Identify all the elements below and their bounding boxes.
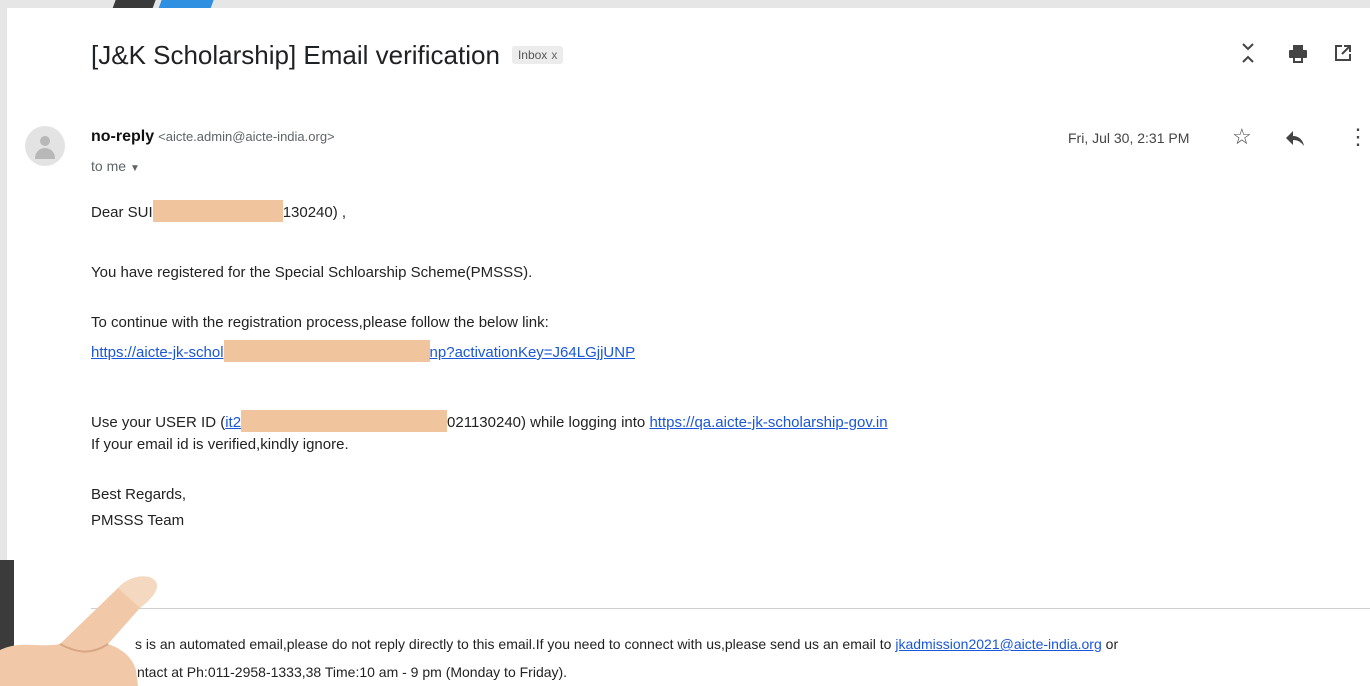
chevron-down-icon[interactable]: ▼ <box>130 163 140 174</box>
recipient-line[interactable]: to me ▼ <box>91 158 140 174</box>
inbox-label-chip[interactable]: Inbox x <box>511 46 564 65</box>
more-options-icon[interactable]: ⋮ <box>1347 126 1369 148</box>
signature-divider <box>91 608 1370 609</box>
body-line-registered: You have registered for the Special Schl… <box>91 264 533 281</box>
print-icon[interactable] <box>1288 44 1308 70</box>
footer-line-1: s is an automated email,please do not re… <box>135 636 1118 652</box>
activation-link-suffix[interactable]: np?activationKey=J64LGjjUNP <box>430 344 636 361</box>
footer-text: s is an automated email,please do not re… <box>135 636 896 652</box>
sender-email: <aicte.admin@aicte-india.org> <box>158 129 335 144</box>
login-link[interactable]: https://qa.aicte-jk-scholarship-gov.in <box>649 414 887 431</box>
greeting: Dear SUI 130240) , <box>91 200 346 222</box>
sender-avatar[interactable] <box>25 126 65 166</box>
activation-link-line: https://aicte-jk-schol np?activationKey=J… <box>91 340 635 362</box>
recipient-text: to me <box>91 158 127 174</box>
greeting-suffix: 130240) , <box>282 204 347 221</box>
body-line-verified: If your email id is verified,kindly igno… <box>91 436 349 453</box>
expand-collapse-icon[interactable] <box>1241 42 1255 70</box>
reply-icon[interactable] <box>1285 130 1305 152</box>
open-in-new-window-icon[interactable] <box>1334 44 1352 68</box>
star-icon[interactable]: ☆ <box>1232 126 1252 148</box>
pointing-hand-image <box>0 576 157 686</box>
sender-name[interactable]: no-reply <box>91 128 154 145</box>
regards-line: Best Regards, <box>91 486 187 503</box>
sender-line: no-reply <aicte.admin@aicte-india.org> <box>91 128 335 146</box>
email-date: Fri, Jul 30, 2:31 PM <box>1068 130 1190 146</box>
subject-text: [J&K Scholarship] Email verification <box>91 40 500 70</box>
userid-link[interactable]: it2 <box>225 414 241 431</box>
contact-email-link[interactable]: jkadmission2021@aicte-india.org <box>895 636 1101 652</box>
userid-prefix: Use your USER ID ( <box>91 414 226 431</box>
email-subject: [J&K Scholarship] Email verification Inbo… <box>91 40 564 71</box>
email-view: [J&K Scholarship] Email verification Inbo… <box>7 8 1370 686</box>
body-line-continue: To continue with the registration proces… <box>91 314 549 331</box>
userid-line: Use your USER ID (it2 021130240) while lo… <box>91 410 888 432</box>
redaction-box <box>223 340 430 362</box>
team-line: PMSSS Team <box>91 512 185 529</box>
activation-link[interactable]: https://aicte-jk-schol <box>91 344 224 361</box>
footer-text-end: or <box>1101 636 1119 652</box>
inbox-label-text: Inbox <box>517 48 548 63</box>
redaction-box <box>241 410 448 432</box>
greeting-prefix: Dear SUI <box>91 204 153 221</box>
footer-line-2: ntact at Ph:011-2958-1333,38 Time:10 am … <box>137 664 568 680</box>
userid-suffix: 021130240) while logging into <box>447 414 650 431</box>
remove-label-icon[interactable]: x <box>551 48 557 62</box>
redaction-box <box>152 200 283 222</box>
